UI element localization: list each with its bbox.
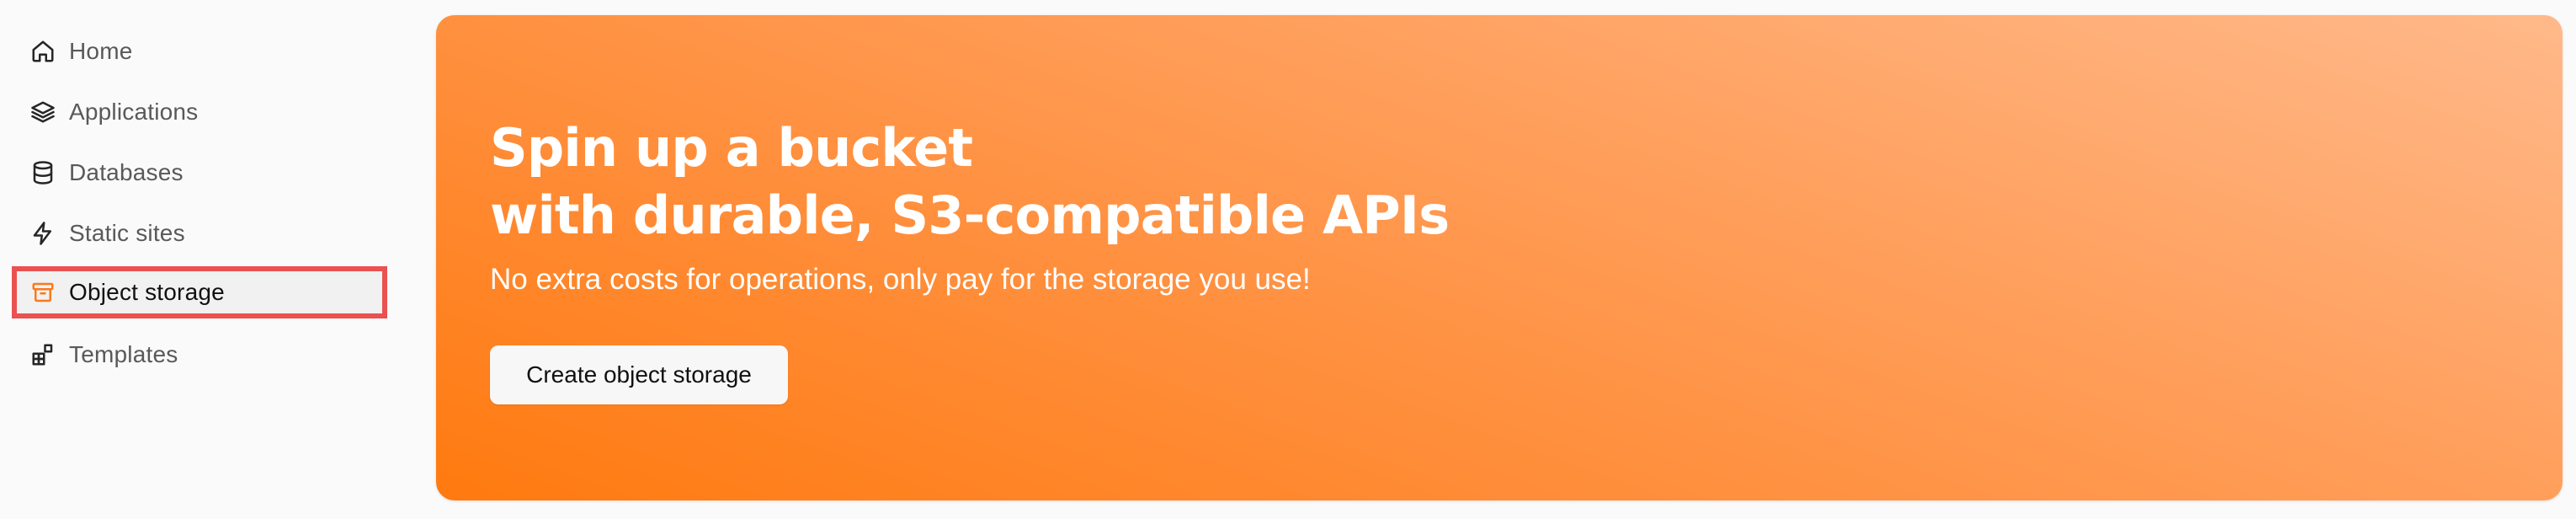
sidebar-item-templates[interactable]: Templates	[15, 330, 386, 379]
object-storage-banner: Spin up a bucket with durable, S3-compat…	[436, 15, 2563, 500]
sidebar-item-label: Applications	[69, 99, 199, 125]
app-window: Home Applications Databases Static sites	[0, 0, 2576, 519]
sidebar-item-applications[interactable]: Applications	[15, 88, 386, 136]
sidebar-item-label: Home	[69, 38, 133, 64]
banner-title: Spin up a bucket with durable, S3-compat…	[490, 115, 1450, 249]
sidebar-item-label: Databases	[69, 159, 184, 185]
blocks-icon	[29, 340, 57, 369]
sidebar-item-label: Object storage	[69, 279, 225, 305]
create-object-storage-button[interactable]: Create object storage	[490, 345, 788, 404]
sidebar: Home Applications Databases Static sites	[0, 0, 404, 519]
home-icon	[29, 37, 57, 66]
sidebar-item-databases[interactable]: Databases	[15, 148, 386, 197]
sidebar-item-object-storage[interactable]: Object storage	[15, 268, 386, 317]
archive-icon	[29, 278, 57, 307]
banner-title-line-2: with durable, S3-compatible APIs	[490, 185, 1450, 246]
banner-title-line-1: Spin up a bucket	[490, 117, 973, 179]
banner-subtitle: No extra costs for operations, only pay …	[490, 263, 1311, 296]
lightning-icon	[29, 219, 57, 248]
sidebar-item-home[interactable]: Home	[15, 27, 386, 76]
sidebar-item-label: Templates	[69, 341, 178, 367]
sidebar-item-label: Static sites	[69, 220, 185, 246]
sidebar-item-static-sites[interactable]: Static sites	[15, 209, 386, 258]
layers-icon	[29, 98, 57, 126]
database-icon	[29, 158, 57, 187]
